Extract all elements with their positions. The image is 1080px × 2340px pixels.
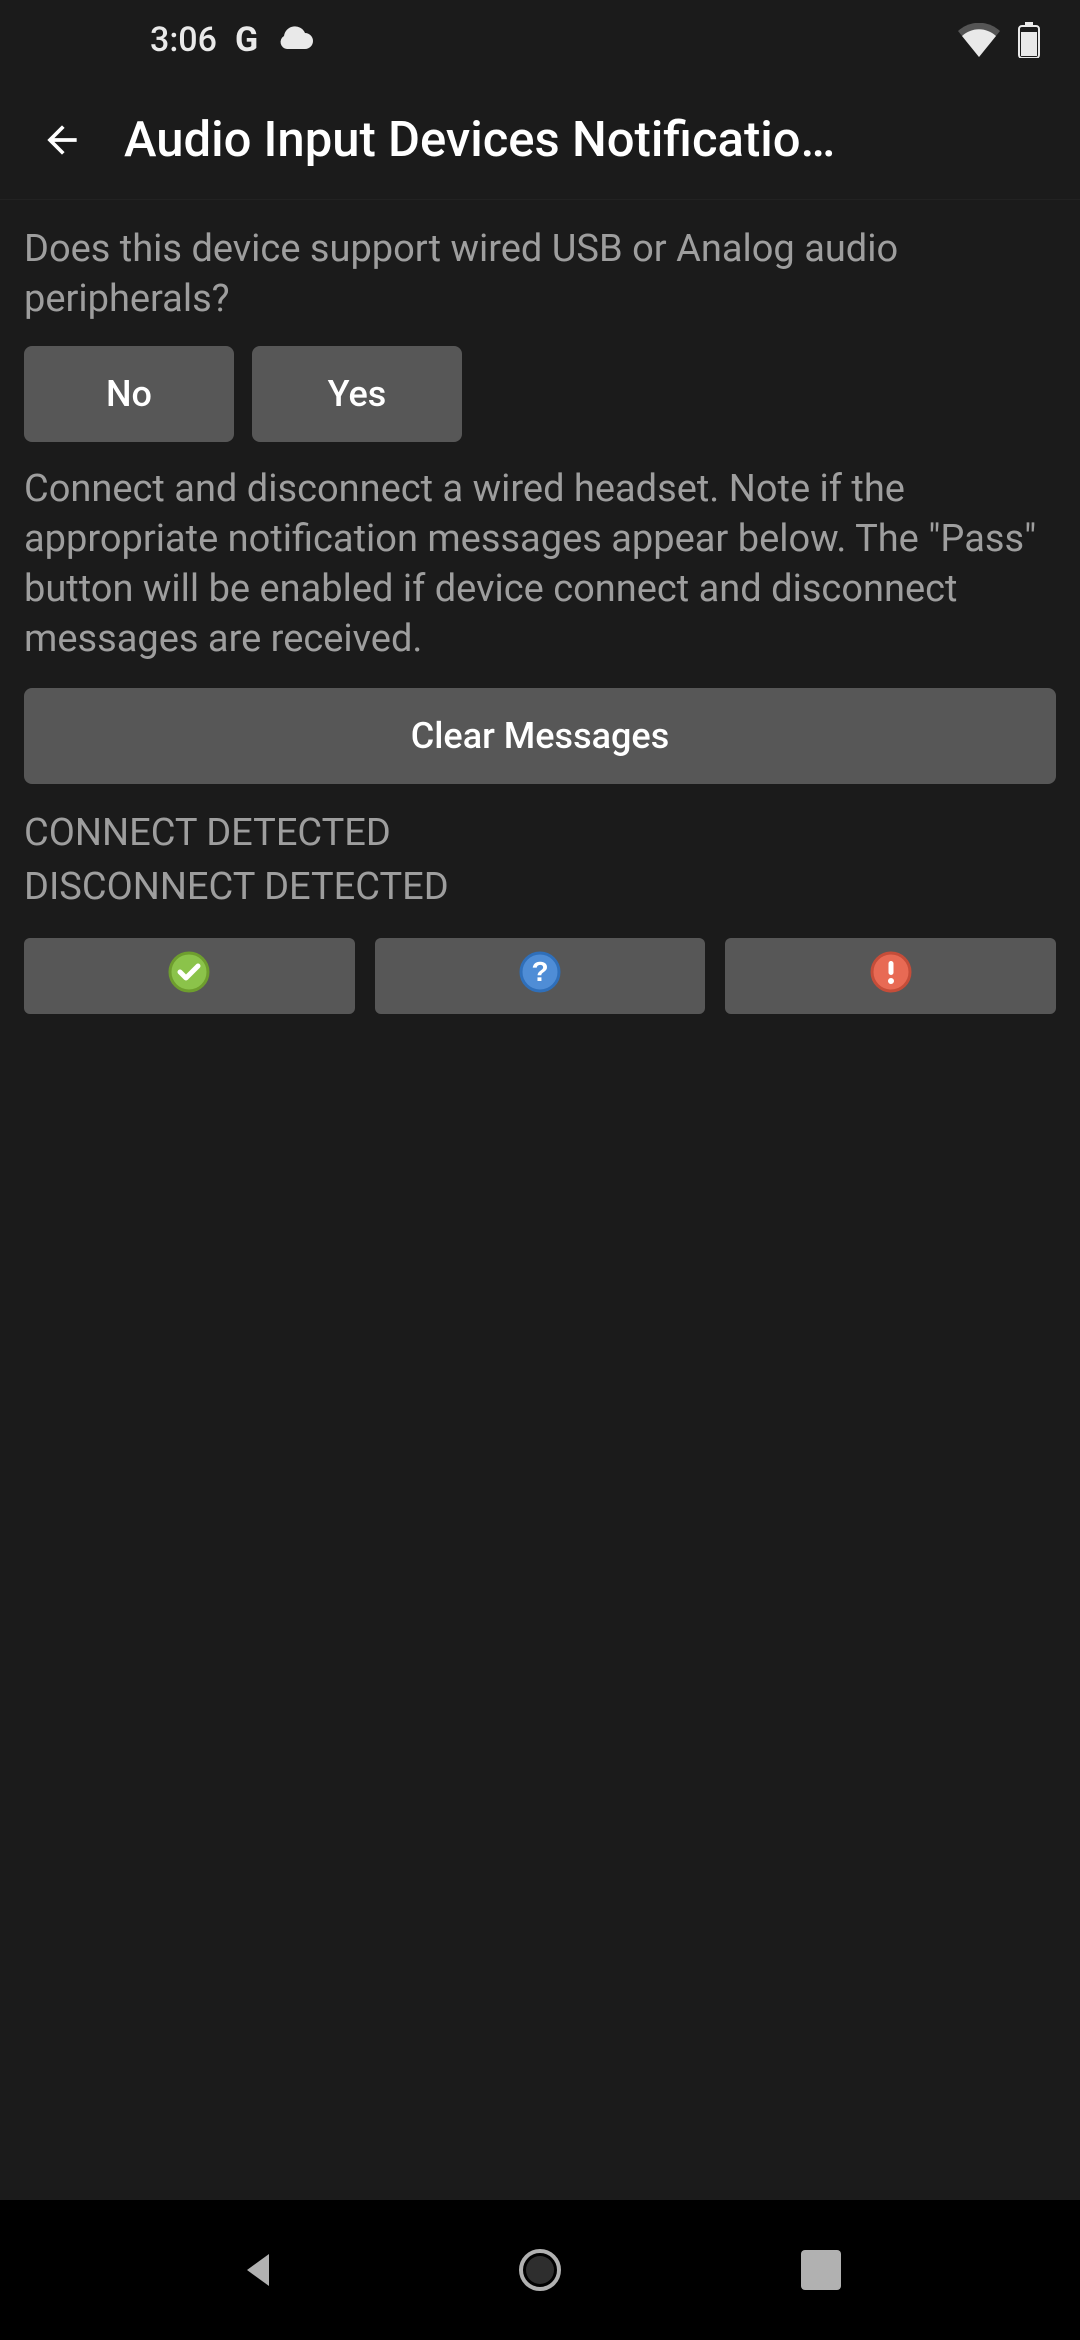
pass-button[interactable]: [24, 938, 355, 1014]
system-nav-bar: [0, 2200, 1080, 2340]
nav-home-icon[interactable]: [517, 2247, 563, 2293]
question-circle-icon: ?: [519, 951, 561, 1002]
google-g-icon: G: [235, 20, 258, 60]
log-line: DISCONNECT DETECTED: [24, 860, 1056, 914]
support-question-text: Does this device support wired USB or An…: [24, 224, 1056, 324]
no-button[interactable]: No: [24, 346, 234, 442]
screen: 3:06 G: [0, 0, 1080, 2340]
check-circle-icon: [168, 951, 210, 1002]
clear-messages-button[interactable]: Clear Messages: [24, 688, 1056, 784]
nav-recents-icon[interactable]: [801, 2250, 841, 2290]
status-bar-left: 3:06 G: [150, 20, 316, 60]
nav-back-icon[interactable]: [239, 2250, 279, 2290]
instruction-text: Connect and disconnect a wired headset. …: [24, 464, 1056, 664]
alert-circle-icon: [870, 951, 912, 1002]
back-arrow-icon[interactable]: [40, 118, 84, 162]
cloud-icon: [276, 20, 316, 60]
yes-button[interactable]: Yes: [252, 346, 462, 442]
battery-icon: [1018, 22, 1040, 58]
result-buttons-row: ?: [24, 938, 1056, 1014]
yes-button-label: Yes: [328, 373, 387, 415]
app-bar: Audio Input Devices Notificatio…: [0, 80, 1080, 200]
status-time: 3:06: [150, 20, 217, 60]
status-bar: 3:06 G: [0, 0, 1080, 80]
yes-no-row: No Yes: [24, 346, 1056, 442]
info-button[interactable]: ?: [375, 938, 706, 1014]
fail-button[interactable]: [725, 938, 1056, 1014]
message-log: CONNECT DETECTED DISCONNECT DETECTED: [24, 806, 1056, 914]
wifi-icon: [958, 23, 1000, 57]
status-bar-right: [958, 22, 1040, 58]
svg-text:?: ?: [531, 956, 548, 987]
no-button-label: No: [106, 373, 152, 415]
page-title: Audio Input Devices Notificatio…: [124, 111, 1060, 168]
log-line: CONNECT DETECTED: [24, 806, 1056, 860]
clear-messages-label: Clear Messages: [411, 715, 670, 757]
content-area: Does this device support wired USB or An…: [0, 200, 1080, 2340]
